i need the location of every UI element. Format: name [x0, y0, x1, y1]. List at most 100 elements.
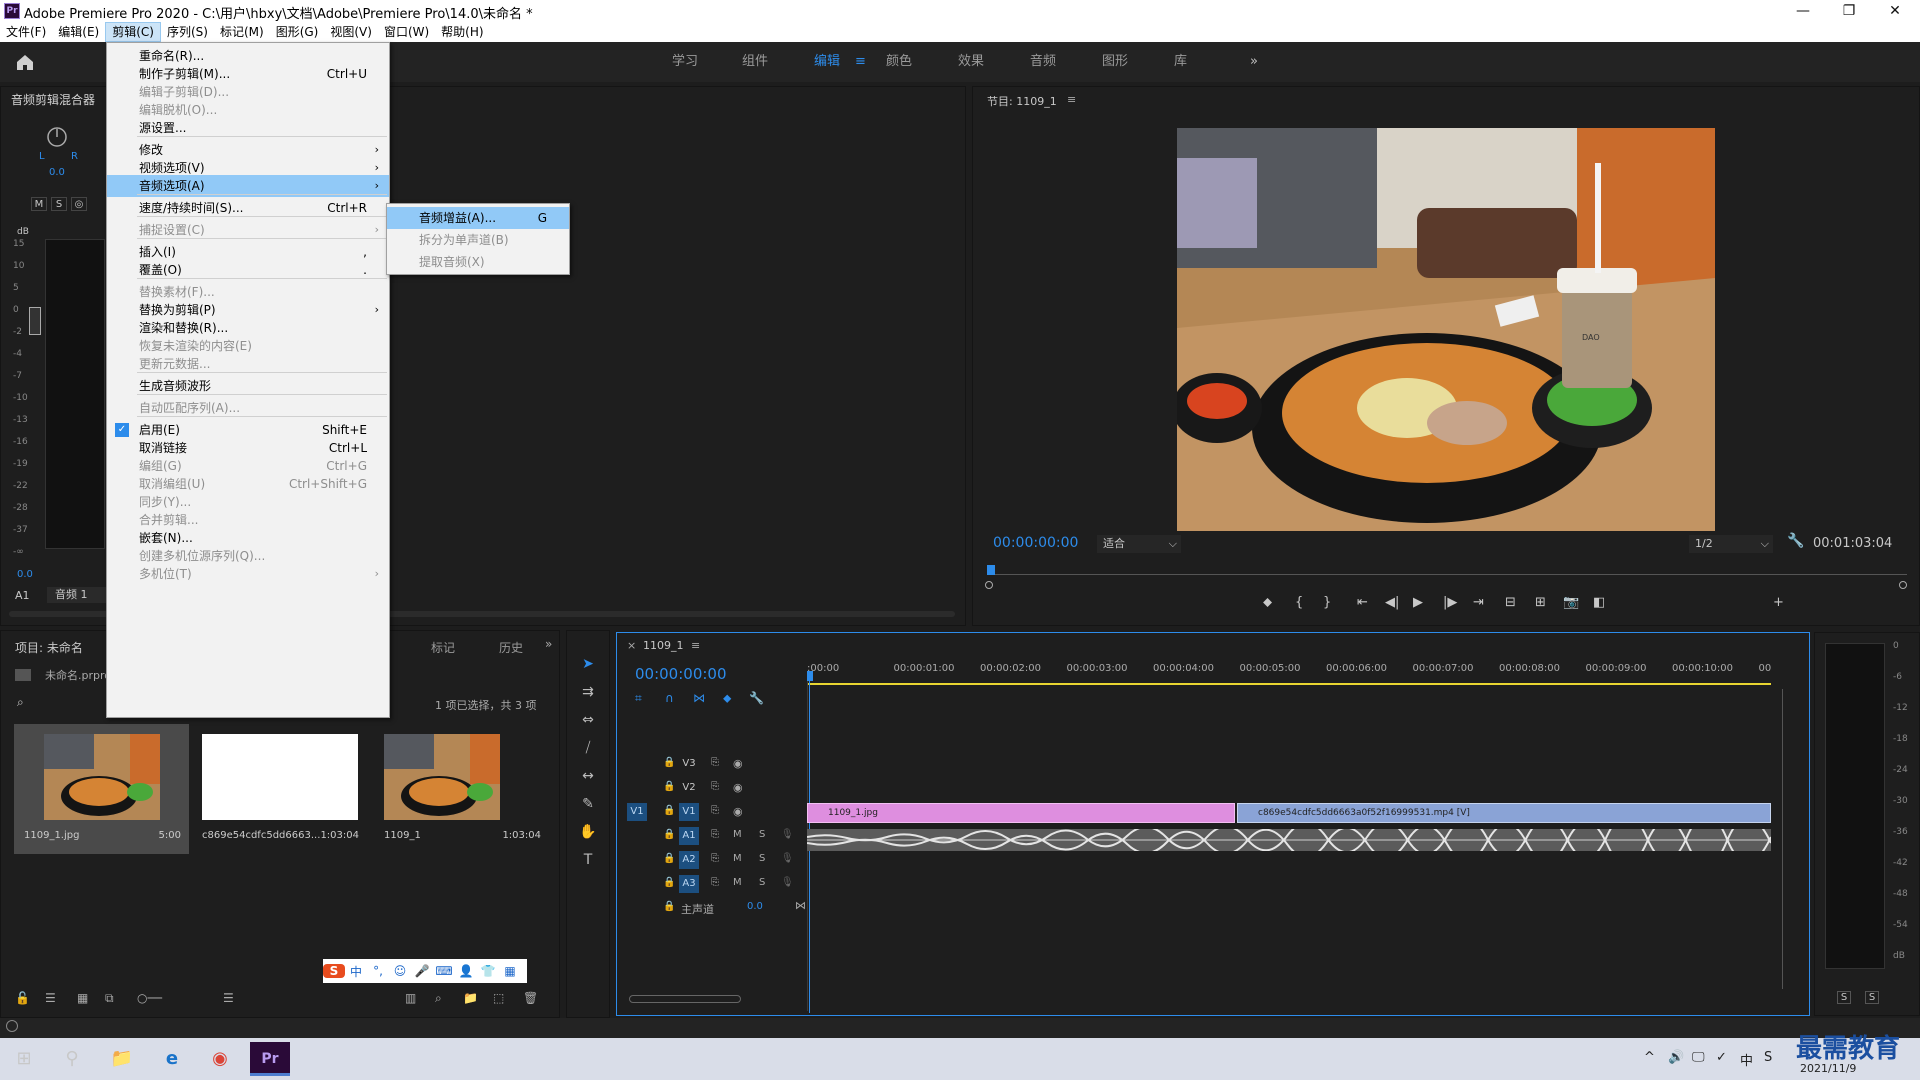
- tab-history[interactable]: 历史: [499, 639, 523, 656]
- mute-track-button[interactable]: M: [733, 829, 742, 840]
- project-title[interactable]: 项目: 未命名: [15, 639, 83, 656]
- add-button-icon[interactable]: +: [1773, 595, 1784, 610]
- tray-expand-icon[interactable]: ^: [1644, 1050, 1655, 1065]
- mute-track-button[interactable]: M: [733, 853, 742, 864]
- clip-image[interactable]: 1109_1.jpg: [807, 803, 1235, 823]
- ime-mode-icon[interactable]: 中: [1740, 1050, 1753, 1069]
- master-volume-value[interactable]: 0.0: [747, 901, 763, 912]
- menu-1[interactable]: 编辑(E): [52, 22, 105, 42]
- tab-workspace-5[interactable]: 音频: [1030, 42, 1056, 82]
- voiceover-mic-icon[interactable]: 🎙: [781, 829, 794, 840]
- network-icon[interactable]: 🖵: [1692, 1050, 1705, 1065]
- menu-2[interactable]: 剪辑(C): [105, 22, 161, 42]
- snap-icon[interactable]: ∩: [665, 691, 674, 705]
- menu-3[interactable]: 序列(S): [161, 22, 214, 42]
- razor-icon[interactable]: ⧸: [579, 739, 597, 757]
- minimize-button[interactable]: —: [1780, 0, 1826, 22]
- tab-workspace-7[interactable]: 库: [1174, 42, 1187, 82]
- nest-icon[interactable]: ⌗: [635, 691, 642, 706]
- emoji-icon[interactable]: ☺: [389, 964, 411, 978]
- timeline-sequence-tab[interactable]: 1109_1: [643, 639, 684, 652]
- record-button[interactable]: ◎: [71, 197, 87, 211]
- tab-workspace-1[interactable]: 组件: [742, 42, 768, 82]
- timeline-menu-icon[interactable]: ≡: [691, 639, 700, 652]
- automate-icon[interactable]: ▥: [405, 991, 416, 1005]
- eye-icon[interactable]: ◉: [733, 805, 743, 818]
- play-icon[interactable]: ▶: [1413, 595, 1423, 610]
- selection-tool-icon[interactable]: ➤: [579, 655, 597, 673]
- track-lock-icon[interactable]: 🔒: [663, 853, 675, 864]
- work-area-bar[interactable]: [807, 683, 1771, 685]
- hand-icon[interactable]: ✋: [579, 823, 597, 841]
- tab-workspace-3[interactable]: 颜色: [886, 42, 912, 82]
- track-lock-icon[interactable]: 🔒: [663, 757, 675, 768]
- pan-value[interactable]: 0.0: [49, 167, 65, 178]
- playhead-handle[interactable]: [807, 671, 813, 681]
- edge-icon[interactable]: e: [152, 1042, 192, 1076]
- search-icon[interactable]: ⌕: [17, 695, 24, 710]
- timeline-settings-icon[interactable]: 🔧: [749, 691, 764, 705]
- solo-track-button[interactable]: S: [759, 853, 765, 864]
- extract-icon[interactable]: ⊞: [1535, 595, 1546, 610]
- list-view-icon[interactable]: ☰: [45, 991, 56, 1005]
- start-icon[interactable]: ⊞: [4, 1042, 44, 1076]
- find-icon[interactable]: ⌕: [435, 991, 442, 1006]
- mark-out-icon[interactable]: }: [1323, 595, 1331, 610]
- new-item-icon[interactable]: ⬚: [493, 991, 504, 1005]
- linked-selection-icon[interactable]: ⋈: [693, 691, 705, 705]
- menu-4[interactable]: 标记(M): [214, 22, 270, 42]
- home-icon[interactable]: [14, 52, 36, 72]
- keyboard-icon[interactable]: ⌨: [433, 964, 455, 978]
- track-lock-icon[interactable]: 🔒: [663, 805, 675, 816]
- audio-submenu-item[interactable]: 音频增益(A)... G: [387, 207, 569, 229]
- chinese-mode-icon[interactable]: 中: [345, 963, 367, 980]
- menu-0[interactable]: 文件(F): [0, 22, 52, 42]
- track-target-V3[interactable]: V3: [679, 755, 699, 773]
- security-icon[interactable]: ✓: [1716, 1050, 1727, 1065]
- compare-icon[interactable]: ◧: [1593, 595, 1605, 610]
- close-button[interactable]: ✕: [1872, 0, 1918, 22]
- sync-lock-icon[interactable]: ⎘: [711, 781, 719, 792]
- track-target-A1[interactable]: A1: [679, 827, 699, 845]
- solo-left-button[interactable]: S: [1837, 991, 1851, 1004]
- program-menu-icon[interactable]: ≡: [1067, 93, 1076, 106]
- project-item[interactable]: c869e54cdfc5dd6663... 1:03:04: [192, 724, 367, 854]
- sync-lock-icon[interactable]: ⎘: [711, 853, 719, 864]
- track-lock-icon[interactable]: 🔒: [663, 901, 675, 912]
- solo-button[interactable]: S: [51, 197, 67, 211]
- project-item[interactable]: 1109_1.jpg 5:00: [14, 724, 189, 854]
- tab-workspace-0[interactable]: 学习: [672, 42, 698, 82]
- eye-icon[interactable]: ◉: [733, 781, 743, 794]
- track-target-A2[interactable]: A2: [679, 851, 699, 869]
- track-target-V2[interactable]: V2: [679, 779, 699, 797]
- tab-workspace-6[interactable]: 图形: [1102, 42, 1128, 82]
- toolbox-icon[interactable]: ▦: [499, 964, 521, 978]
- timeline-h-scrollbar[interactable]: [629, 995, 741, 1003]
- zoom-slider-icon[interactable]: ○──: [137, 991, 162, 1005]
- eye-icon[interactable]: ◉: [733, 757, 743, 770]
- go-to-in-icon[interactable]: ⇤: [1357, 595, 1368, 610]
- step-back-icon[interactable]: ◀|: [1385, 595, 1399, 610]
- sync-lock-icon[interactable]: ⎘: [711, 805, 719, 816]
- sort-icon[interactable]: ☰: [223, 991, 234, 1005]
- skin-icon[interactable]: 👕: [477, 964, 499, 978]
- pan-knob-icon[interactable]: [45, 125, 69, 149]
- sync-lock-icon[interactable]: ⎘: [711, 757, 719, 768]
- panel-more-icon[interactable]: »: [545, 637, 552, 651]
- zoom-handle-right[interactable]: [1899, 581, 1907, 589]
- menu-5[interactable]: 图形(G): [270, 22, 325, 42]
- go-to-end-icon[interactable]: ⋈: [795, 899, 806, 912]
- mute-button[interactable]: M: [31, 197, 47, 211]
- resolution-dropdown[interactable]: 1/2 ⌵: [1689, 535, 1773, 553]
- mute-track-button[interactable]: M: [733, 877, 742, 888]
- type-icon[interactable]: T: [579, 851, 597, 869]
- track-target-V1[interactable]: V1: [679, 803, 699, 821]
- user-icon[interactable]: 👤: [455, 964, 477, 978]
- sync-lock-icon[interactable]: ⎘: [711, 877, 719, 888]
- clip-audio[interactable]: [806, 813, 1772, 867]
- menu-6[interactable]: 视图(V): [324, 22, 378, 42]
- voiceover-mic-icon[interactable]: 🎙: [781, 853, 794, 864]
- microphone-icon[interactable]: 🎤: [411, 964, 433, 978]
- punctuation-icon[interactable]: °,: [367, 964, 389, 978]
- track-select-icon[interactable]: ⇉: [579, 683, 597, 701]
